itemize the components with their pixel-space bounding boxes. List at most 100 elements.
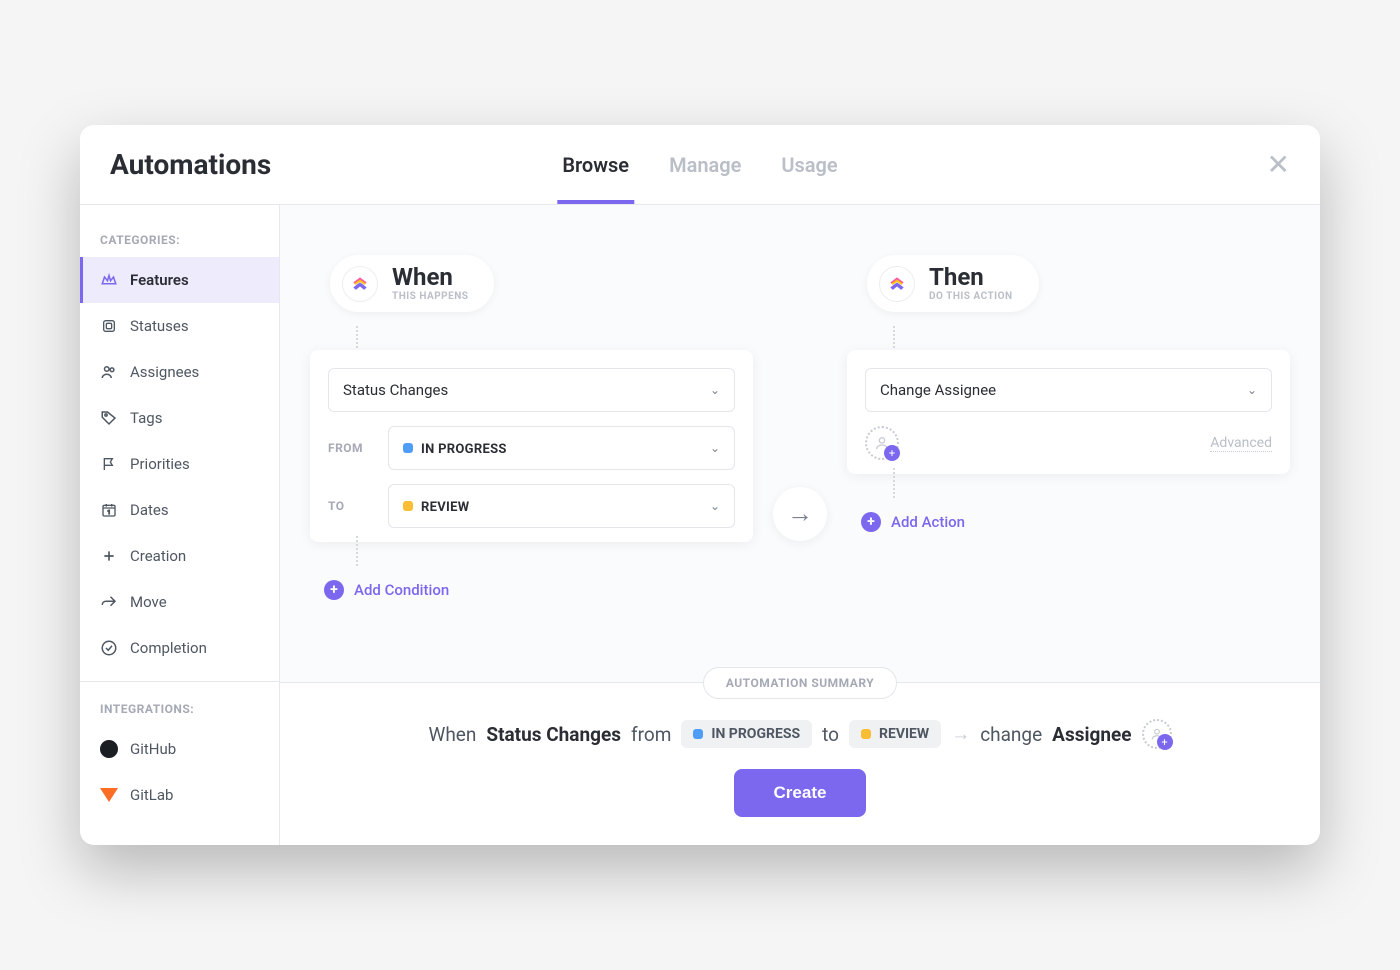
sidebar-item-assignees[interactable]: Assignees xyxy=(80,349,279,395)
clickup-logo-icon xyxy=(342,266,378,302)
integrations-section-label: INTEGRATIONS: xyxy=(80,692,279,726)
clickup-logo-icon xyxy=(879,266,915,302)
sidebar-item-gitlab[interactable]: GitLab xyxy=(80,772,279,818)
summary-line: When Status Changes from IN PROGRESS to … xyxy=(310,719,1290,749)
tab-browse[interactable]: Browse xyxy=(562,125,629,204)
status-color-icon xyxy=(861,729,871,739)
sidebar-item-completion[interactable]: Completion xyxy=(80,625,279,671)
gitlab-icon xyxy=(100,786,118,804)
then-subtitle: DO THIS ACTION xyxy=(929,291,1013,302)
summary-to-pill: REVIEW xyxy=(849,720,941,748)
close-icon[interactable]: ✕ xyxy=(1267,151,1290,179)
sidebar-item-label: Creation xyxy=(130,547,186,565)
sidebar-item-move[interactable]: Move xyxy=(80,579,279,625)
page-title: Automations xyxy=(110,148,271,181)
sidebar-item-github[interactable]: GitHub xyxy=(80,726,279,772)
chevron-down-icon: ⌄ xyxy=(710,383,720,397)
then-header: Then DO THIS ACTION xyxy=(867,255,1039,312)
when-column: When THIS HAPPENS Status Changes ⌄ FROM xyxy=(310,255,753,600)
sidebar-item-label: Completion xyxy=(130,639,207,657)
calendar-icon: 1 xyxy=(100,501,118,519)
from-row: FROM IN PROGRESS ⌄ xyxy=(328,426,735,470)
sidebar-item-label: Statuses xyxy=(130,317,189,335)
sidebar-item-dates[interactable]: 1 Dates xyxy=(80,487,279,533)
when-subtitle: THIS HAPPENS xyxy=(392,291,468,302)
modal-header: Automations Browse Manage Usage ✕ xyxy=(80,125,1320,205)
advanced-link[interactable]: Advanced xyxy=(1210,435,1272,452)
automation-builder: When THIS HAPPENS Status Changes ⌄ FROM xyxy=(280,205,1320,682)
plus-badge-icon: + xyxy=(884,445,900,461)
add-action-button[interactable]: + Add Action xyxy=(861,512,1290,532)
from-label: FROM xyxy=(328,441,374,455)
to-status-select[interactable]: REVIEW ⌄ xyxy=(388,484,735,528)
sidebar-item-label: Tags xyxy=(130,409,162,427)
add-condition-label: Add Condition xyxy=(354,581,449,599)
summary-change-text: change xyxy=(980,723,1042,746)
automations-modal: Automations Browse Manage Usage ✕ CATEGO… xyxy=(80,125,1320,845)
trigger-card: Status Changes ⌄ FROM IN PROGRESS ⌄ TO xyxy=(310,350,753,542)
plus-icon xyxy=(100,547,118,565)
assignee-row: + Advanced xyxy=(865,426,1272,460)
categories-section-label: CATEGORIES: xyxy=(80,223,279,257)
chevron-down-icon: ⌄ xyxy=(710,441,720,455)
summary-assignee-button[interactable]: + xyxy=(1142,719,1172,749)
add-action-label: Add Action xyxy=(891,513,965,531)
square-icon xyxy=(100,317,118,335)
arrow-right-icon: → xyxy=(951,722,970,746)
svg-text:1: 1 xyxy=(108,510,111,516)
sidebar-item-tags[interactable]: Tags xyxy=(80,395,279,441)
sidebar-item-priorities[interactable]: Priorities xyxy=(80,441,279,487)
summary-badge: AUTOMATION SUMMARY xyxy=(703,667,897,699)
then-title: Then xyxy=(929,265,1013,289)
when-title: When xyxy=(392,265,468,289)
from-status-value: IN PROGRESS xyxy=(421,442,507,457)
sidebar-item-label: GitHub xyxy=(130,740,176,758)
tab-usage[interactable]: Usage xyxy=(781,125,837,204)
plus-circle-icon: + xyxy=(324,580,344,600)
summary-to-text: to xyxy=(822,723,839,746)
github-icon xyxy=(100,740,118,758)
action-card: Change Assignee ⌄ + Advanced xyxy=(847,350,1290,474)
sidebar: CATEGORIES: Features Statuses Assignees … xyxy=(80,205,280,845)
to-row: TO REVIEW ⌄ xyxy=(328,484,735,528)
sidebar-divider xyxy=(80,681,279,682)
main-panel: When THIS HAPPENS Status Changes ⌄ FROM xyxy=(280,205,1320,845)
tag-icon xyxy=(100,409,118,427)
chevron-down-icon: ⌄ xyxy=(1247,383,1257,397)
status-color-icon xyxy=(403,501,413,511)
summary-action: Assignee xyxy=(1052,723,1131,746)
trigger-value: Status Changes xyxy=(343,381,448,399)
sidebar-item-label: Priorities xyxy=(130,455,190,473)
trigger-select[interactable]: Status Changes ⌄ xyxy=(328,368,735,412)
sidebar-item-creation[interactable]: Creation xyxy=(80,533,279,579)
status-color-icon xyxy=(693,729,703,739)
modal-body: CATEGORIES: Features Statuses Assignees … xyxy=(80,205,1320,845)
to-status-value: REVIEW xyxy=(421,500,469,515)
summary-trigger: Status Changes xyxy=(486,723,621,746)
then-column: Then DO THIS ACTION Change Assignee ⌄ xyxy=(847,255,1290,532)
summary-when: When xyxy=(428,723,476,746)
summary-from-text: from xyxy=(631,723,671,746)
flag-icon xyxy=(100,455,118,473)
add-condition-button[interactable]: + Add Condition xyxy=(324,580,753,600)
summary-from-status: IN PROGRESS xyxy=(711,726,800,742)
sidebar-item-label: Features xyxy=(130,271,189,289)
sidebar-item-label: GitLab xyxy=(130,786,173,804)
crown-icon xyxy=(100,271,118,289)
connector-line xyxy=(893,468,895,498)
users-icon xyxy=(100,363,118,381)
sidebar-item-label: Dates xyxy=(130,501,169,519)
connector-line xyxy=(356,536,358,566)
sidebar-item-label: Assignees xyxy=(130,363,199,381)
add-assignee-button[interactable]: + xyxy=(865,426,899,460)
create-button[interactable]: Create xyxy=(734,769,867,817)
from-status-select[interactable]: IN PROGRESS ⌄ xyxy=(388,426,735,470)
sidebar-item-statuses[interactable]: Statuses xyxy=(80,303,279,349)
summary-section: AUTOMATION SUMMARY When Status Changes f… xyxy=(280,682,1320,845)
tab-manage[interactable]: Manage xyxy=(669,125,741,204)
sidebar-item-features[interactable]: Features xyxy=(80,257,279,303)
check-circle-icon xyxy=(100,639,118,657)
action-select[interactable]: Change Assignee ⌄ xyxy=(865,368,1272,412)
summary-from-pill: IN PROGRESS xyxy=(681,720,812,748)
header-tabs: Browse Manage Usage xyxy=(562,125,837,204)
